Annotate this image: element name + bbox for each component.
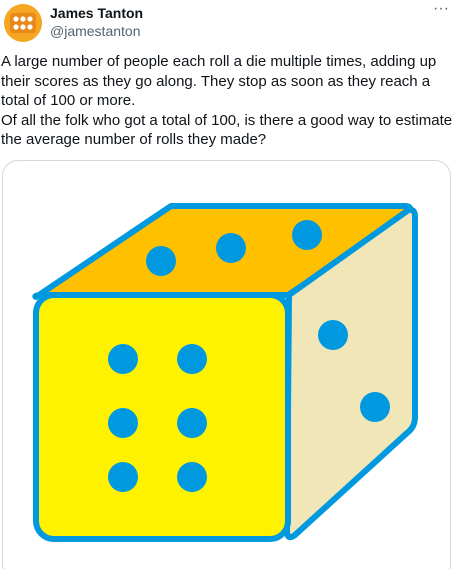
tweet-paragraph: Of all the folk who got a total of 100, … xyxy=(1,111,453,149)
die-pip xyxy=(108,344,138,374)
die-pip xyxy=(177,408,207,438)
die-pip xyxy=(318,320,348,350)
author-handle[interactable]: @jamestanton xyxy=(50,23,140,39)
die-pip xyxy=(146,246,176,276)
tweet-paragraph: A large number of people each roll a die… xyxy=(1,53,437,109)
die-pip xyxy=(360,392,390,422)
die-pip xyxy=(177,344,207,374)
die-pip xyxy=(108,462,138,492)
tweet-card: James Tanton @jamestanton ··· A large nu… xyxy=(0,0,459,569)
tweet-text: A large number of people each roll a die… xyxy=(1,52,453,150)
avatar-icon[interactable] xyxy=(4,4,42,42)
die-pip xyxy=(292,220,322,250)
author-name[interactable]: James Tanton xyxy=(50,5,143,21)
dice-illustration xyxy=(32,203,418,542)
more-options-icon[interactable]: ··· xyxy=(429,1,453,22)
tweet-media[interactable] xyxy=(2,160,451,569)
die-front-face xyxy=(33,292,291,542)
die-pip xyxy=(216,233,246,263)
tweet-header: James Tanton @jamestanton ··· xyxy=(0,0,459,46)
die-pip xyxy=(108,408,138,438)
die-pip xyxy=(177,462,207,492)
